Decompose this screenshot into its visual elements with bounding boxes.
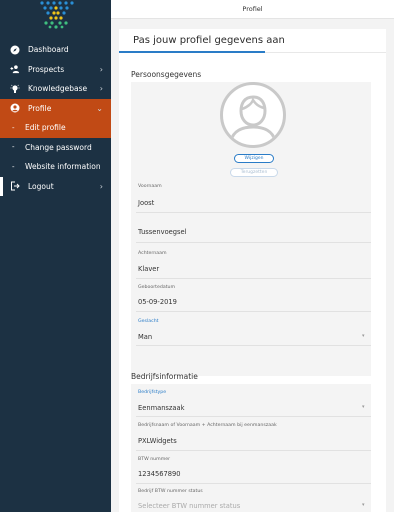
company-type-select[interactable]: Eenmanszaak — [138, 404, 185, 412]
company-type-label: Bedrijfstype — [138, 390, 167, 395]
dash-bullet: - — [12, 143, 15, 152]
vat-number-label: BTW nummer — [138, 457, 171, 462]
sidebar-item-dashboard[interactable]: Dashboard — [0, 40, 111, 60]
dash-bullet: - — [12, 123, 15, 132]
last-name-label: Achternaam — [138, 251, 167, 256]
logo — [40, 1, 74, 29]
top-bar: Profiel — [111, 0, 394, 19]
gender-label: Geslacht — [138, 319, 159, 324]
vat-number-field[interactable]: 1234567890 — [138, 470, 181, 478]
dash-bullet: - — [12, 162, 15, 171]
field-underline — [136, 416, 371, 417]
field-underline — [136, 311, 371, 312]
first-name-field[interactable]: Joost — [138, 199, 154, 207]
gender-select[interactable]: Man — [138, 333, 152, 341]
add-user-icon — [10, 64, 20, 74]
chevron-right-icon: › — [99, 64, 103, 74]
birth-date-label: Geboortedatum — [138, 285, 176, 290]
change-photo-button[interactable]: Wijzigen — [234, 154, 274, 163]
sidebar-item-label: Profile — [28, 103, 52, 113]
chevron-right-icon: › — [99, 84, 103, 94]
sidebar-item-edit-profile[interactable]: - Edit profile — [0, 118, 111, 138]
chevron-right-icon: › — [99, 181, 103, 191]
sidebar-item-change-password[interactable]: - Change password — [0, 138, 111, 158]
sidebar-item-label: Logout — [28, 181, 54, 191]
logout-icon — [10, 181, 20, 191]
card-header: Pas jouw profiel gegevens aan — [119, 29, 386, 53]
lightbulb-icon — [10, 84, 20, 94]
company-name-field[interactable]: PXLWidgets — [138, 437, 177, 445]
sidebar-nav: Dashboard Prospects › Knowledgebase › Pr… — [0, 40, 111, 196]
field-underline — [136, 483, 371, 484]
field-underline — [136, 345, 371, 346]
sidebar-item-profile[interactable]: Profile ⌄ — [0, 98, 111, 118]
first-name-label: Voornaam — [138, 184, 162, 189]
user-circle-icon — [10, 103, 20, 113]
title-underline — [119, 51, 265, 53]
birth-date-field[interactable]: 05-09-2019 — [138, 298, 177, 306]
active-indicator — [0, 176, 3, 196]
dropdown-caret-icon: ▾ — [362, 502, 365, 508]
reset-photo-button[interactable]: Terugzetten — [230, 168, 278, 177]
vat-status-label: Bedrijf BTW nummer status — [138, 489, 203, 494]
middle-name-field[interactable]: Tussenvoegsel — [138, 228, 187, 236]
section-title-company: Bedrijfsinformatie — [131, 372, 198, 381]
vat-status-select[interactable]: Selecteer BTW nummer status — [138, 502, 240, 510]
compass-icon — [10, 45, 20, 55]
company-name-label: Bedrijfsnaam of Voornaam + Achternaam bi… — [138, 423, 277, 428]
page-title: Profiel — [242, 5, 263, 13]
field-underline — [136, 450, 371, 451]
sidebar-item-website-information[interactable]: - Website information — [0, 157, 111, 177]
sidebar-item-label: Edit profile — [25, 123, 66, 133]
sidebar-item-label: Knowledgebase — [28, 84, 88, 94]
chevron-down-icon: ⌄ — [96, 103, 103, 113]
sidebar-item-label: Prospects — [28, 64, 65, 74]
last-name-field[interactable]: Klaver — [138, 265, 159, 273]
sidebar: Dashboard Prospects › Knowledgebase › Pr… — [0, 0, 111, 512]
sidebar-item-label: Dashboard — [28, 45, 69, 55]
field-underline — [136, 242, 371, 243]
dropdown-caret-icon: ▾ — [362, 333, 365, 339]
sidebar-item-logout[interactable]: Logout › — [0, 176, 111, 196]
sidebar-item-prospects[interactable]: Prospects › — [0, 60, 111, 80]
sidebar-item-knowledgebase[interactable]: Knowledgebase › — [0, 79, 111, 99]
sidebar-item-label: Change password — [25, 142, 92, 152]
section-title-personal: Persoonsgegevens — [131, 70, 202, 79]
field-underline — [136, 278, 371, 279]
sidebar-item-label: Website information — [25, 162, 101, 172]
avatar[interactable] — [220, 82, 286, 148]
user-placeholder-icon — [229, 95, 277, 142]
card-title: Pas jouw profiel gegevens aan — [133, 35, 285, 46]
dropdown-caret-icon: ▾ — [362, 404, 365, 410]
field-underline — [136, 212, 371, 213]
